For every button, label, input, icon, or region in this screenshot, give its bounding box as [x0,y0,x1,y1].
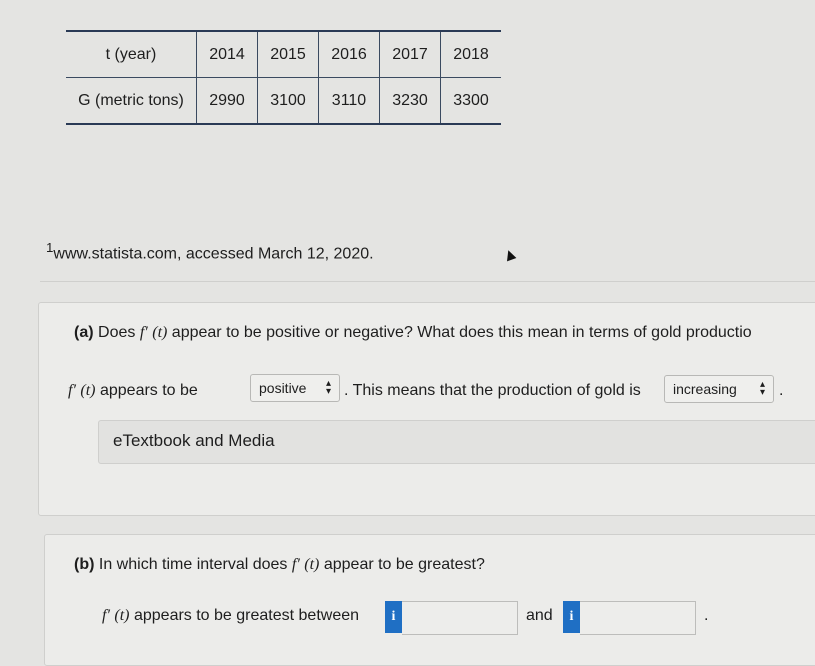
text: appears to be [99,382,198,399]
text: appear to be greatest? [323,556,485,573]
cell: 3100 [257,77,319,125]
text: and [526,607,553,624]
part-a-answer-text: f′ (t) appears to be [68,382,198,400]
text: In which time interval does [98,556,288,573]
t-var: (t) [304,556,320,573]
interval-end-input[interactable] [580,601,696,635]
interval-start-input[interactable] [402,601,518,635]
trend-select[interactable]: increasing ▴ ▾ [664,375,774,403]
select-value: positive [259,380,307,396]
table-header-row: t (year) 2014 2015 2016 2017 2018 [66,30,501,78]
divider [40,281,815,282]
text: Does [98,324,136,341]
header-cell: 2018 [440,30,501,78]
part-b-answer-text: f′ (t) appears to be greatest between [102,607,359,625]
footnote-text: www.statista.com, accessed March 12, 202… [53,245,374,263]
cell: 3230 [379,77,441,125]
header-cell: 2016 [318,30,380,78]
cell: 3300 [440,77,501,125]
sign-select[interactable]: positive ▴ ▾ [250,374,340,402]
data-table: t (year) 2014 2015 2016 2017 2018 G (met… [66,30,501,125]
cursor-icon [503,248,517,262]
t-var: (t) [152,324,168,341]
header-cell: 2017 [379,30,441,78]
part-a-question: (a) Does f′ (t) appear to be positive or… [74,324,752,342]
header-cell: 2014 [196,30,258,78]
cell: 2990 [196,77,258,125]
updown-arrow-icon: ▴ ▾ [759,379,765,398]
updown-arrow-icon: ▴ ▾ [325,378,331,397]
t-var: (t) [114,607,130,624]
text: appears to be greatest between [133,607,360,624]
f-prime: f′ [68,382,76,399]
select-value: increasing [673,381,737,397]
table-row: G (metric tons) 2990 3100 3110 3230 3300 [66,77,501,125]
f-prime: f′ [102,607,110,624]
text: . [779,382,784,399]
part-b-section [44,534,815,666]
text: . This means that the production of gold… [344,382,641,399]
row-header: G (metric tons) [66,77,197,125]
part-b-question: (b) In which time interval does f′ (t) a… [74,556,485,574]
text: appear to be positive or negative? What … [171,324,752,341]
etextbook-media-button[interactable]: eTextbook and Media [98,420,815,464]
part-label: (a) [74,324,94,341]
etextbook-label: eTextbook and Media [113,431,275,450]
f-prime: f′ [291,556,300,573]
part-label: (b) [74,556,95,573]
t-var: (t) [80,382,96,399]
footnote: 1www.statista.com, accessed March 12, 20… [46,240,374,263]
info-icon[interactable]: i [563,601,580,633]
f-prime: f′ [139,324,148,341]
header-cell: t (year) [66,30,197,78]
header-cell: 2015 [257,30,319,78]
info-icon[interactable]: i [385,601,402,633]
cell: 3110 [318,77,380,125]
text: . [704,607,709,624]
